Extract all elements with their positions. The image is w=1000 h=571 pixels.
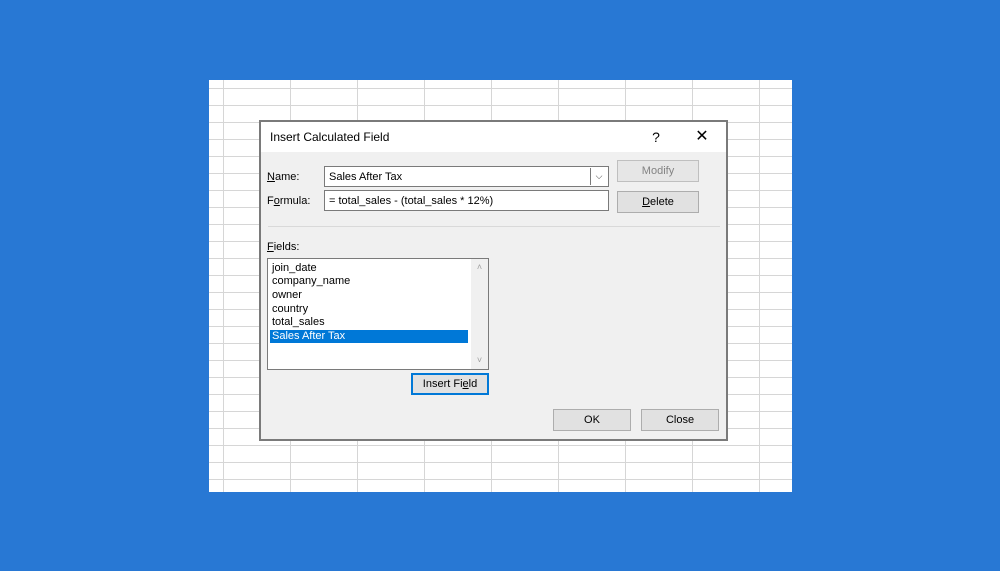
delete-button[interactable]: Delete — [617, 191, 699, 213]
delete-button-label: Delete — [642, 196, 674, 208]
list-item[interactable]: join_date — [270, 262, 468, 275]
insert-field-button[interactable]: Insert Field — [411, 373, 489, 395]
list-item[interactable]: company_name — [270, 275, 468, 288]
name-label: Name: — [267, 171, 300, 183]
list-item[interactable]: total_sales — [270, 316, 468, 329]
ok-button[interactable]: OK — [553, 409, 631, 431]
close-button[interactable]: Close — [641, 409, 719, 431]
ok-button-label: OK — [584, 414, 600, 426]
close-icon[interactable]: ✕ — [687, 126, 717, 148]
help-button[interactable]: ? — [641, 126, 671, 148]
modify-button-label: Modify — [641, 165, 675, 177]
insert-field-button-label: Insert Field — [422, 378, 478, 390]
scroll-down-icon[interactable]: ˅ — [471, 352, 488, 369]
formula-value: = total_sales - (total_sales * 12%) — [329, 195, 494, 207]
dialog-titlebar: Insert Calculated Field ? ✕ — [261, 122, 726, 152]
fields-listbox[interactable]: join_date company_name owner country tot… — [267, 258, 489, 370]
formula-label: Formula: — [267, 195, 311, 207]
list-item[interactable]: owner — [270, 289, 468, 302]
name-value: Sales After Tax — [329, 171, 403, 183]
close-button-label: Close — [665, 414, 695, 426]
list-item-selected[interactable]: Sales After Tax — [270, 330, 468, 343]
separator — [268, 226, 720, 227]
formula-input[interactable]: = total_sales - (total_sales * 12%) — [324, 190, 609, 211]
dialog-title: Insert Calculated Field — [270, 130, 390, 144]
insert-calculated-field-dialog: Insert Calculated Field ? ✕ Name: Sales … — [259, 120, 728, 441]
fields-label: Fields: — [267, 241, 300, 253]
chevron-down-icon[interactable]: ⌵ — [590, 168, 607, 185]
scroll-up-icon[interactable]: ˄ — [471, 259, 488, 276]
name-combobox[interactable]: Sales After Tax ⌵ — [324, 166, 609, 187]
modify-button[interactable]: Modify — [617, 160, 699, 182]
list-item[interactable]: country — [270, 303, 468, 316]
vertical-scrollbar[interactable]: ˄ ˅ — [471, 259, 488, 369]
